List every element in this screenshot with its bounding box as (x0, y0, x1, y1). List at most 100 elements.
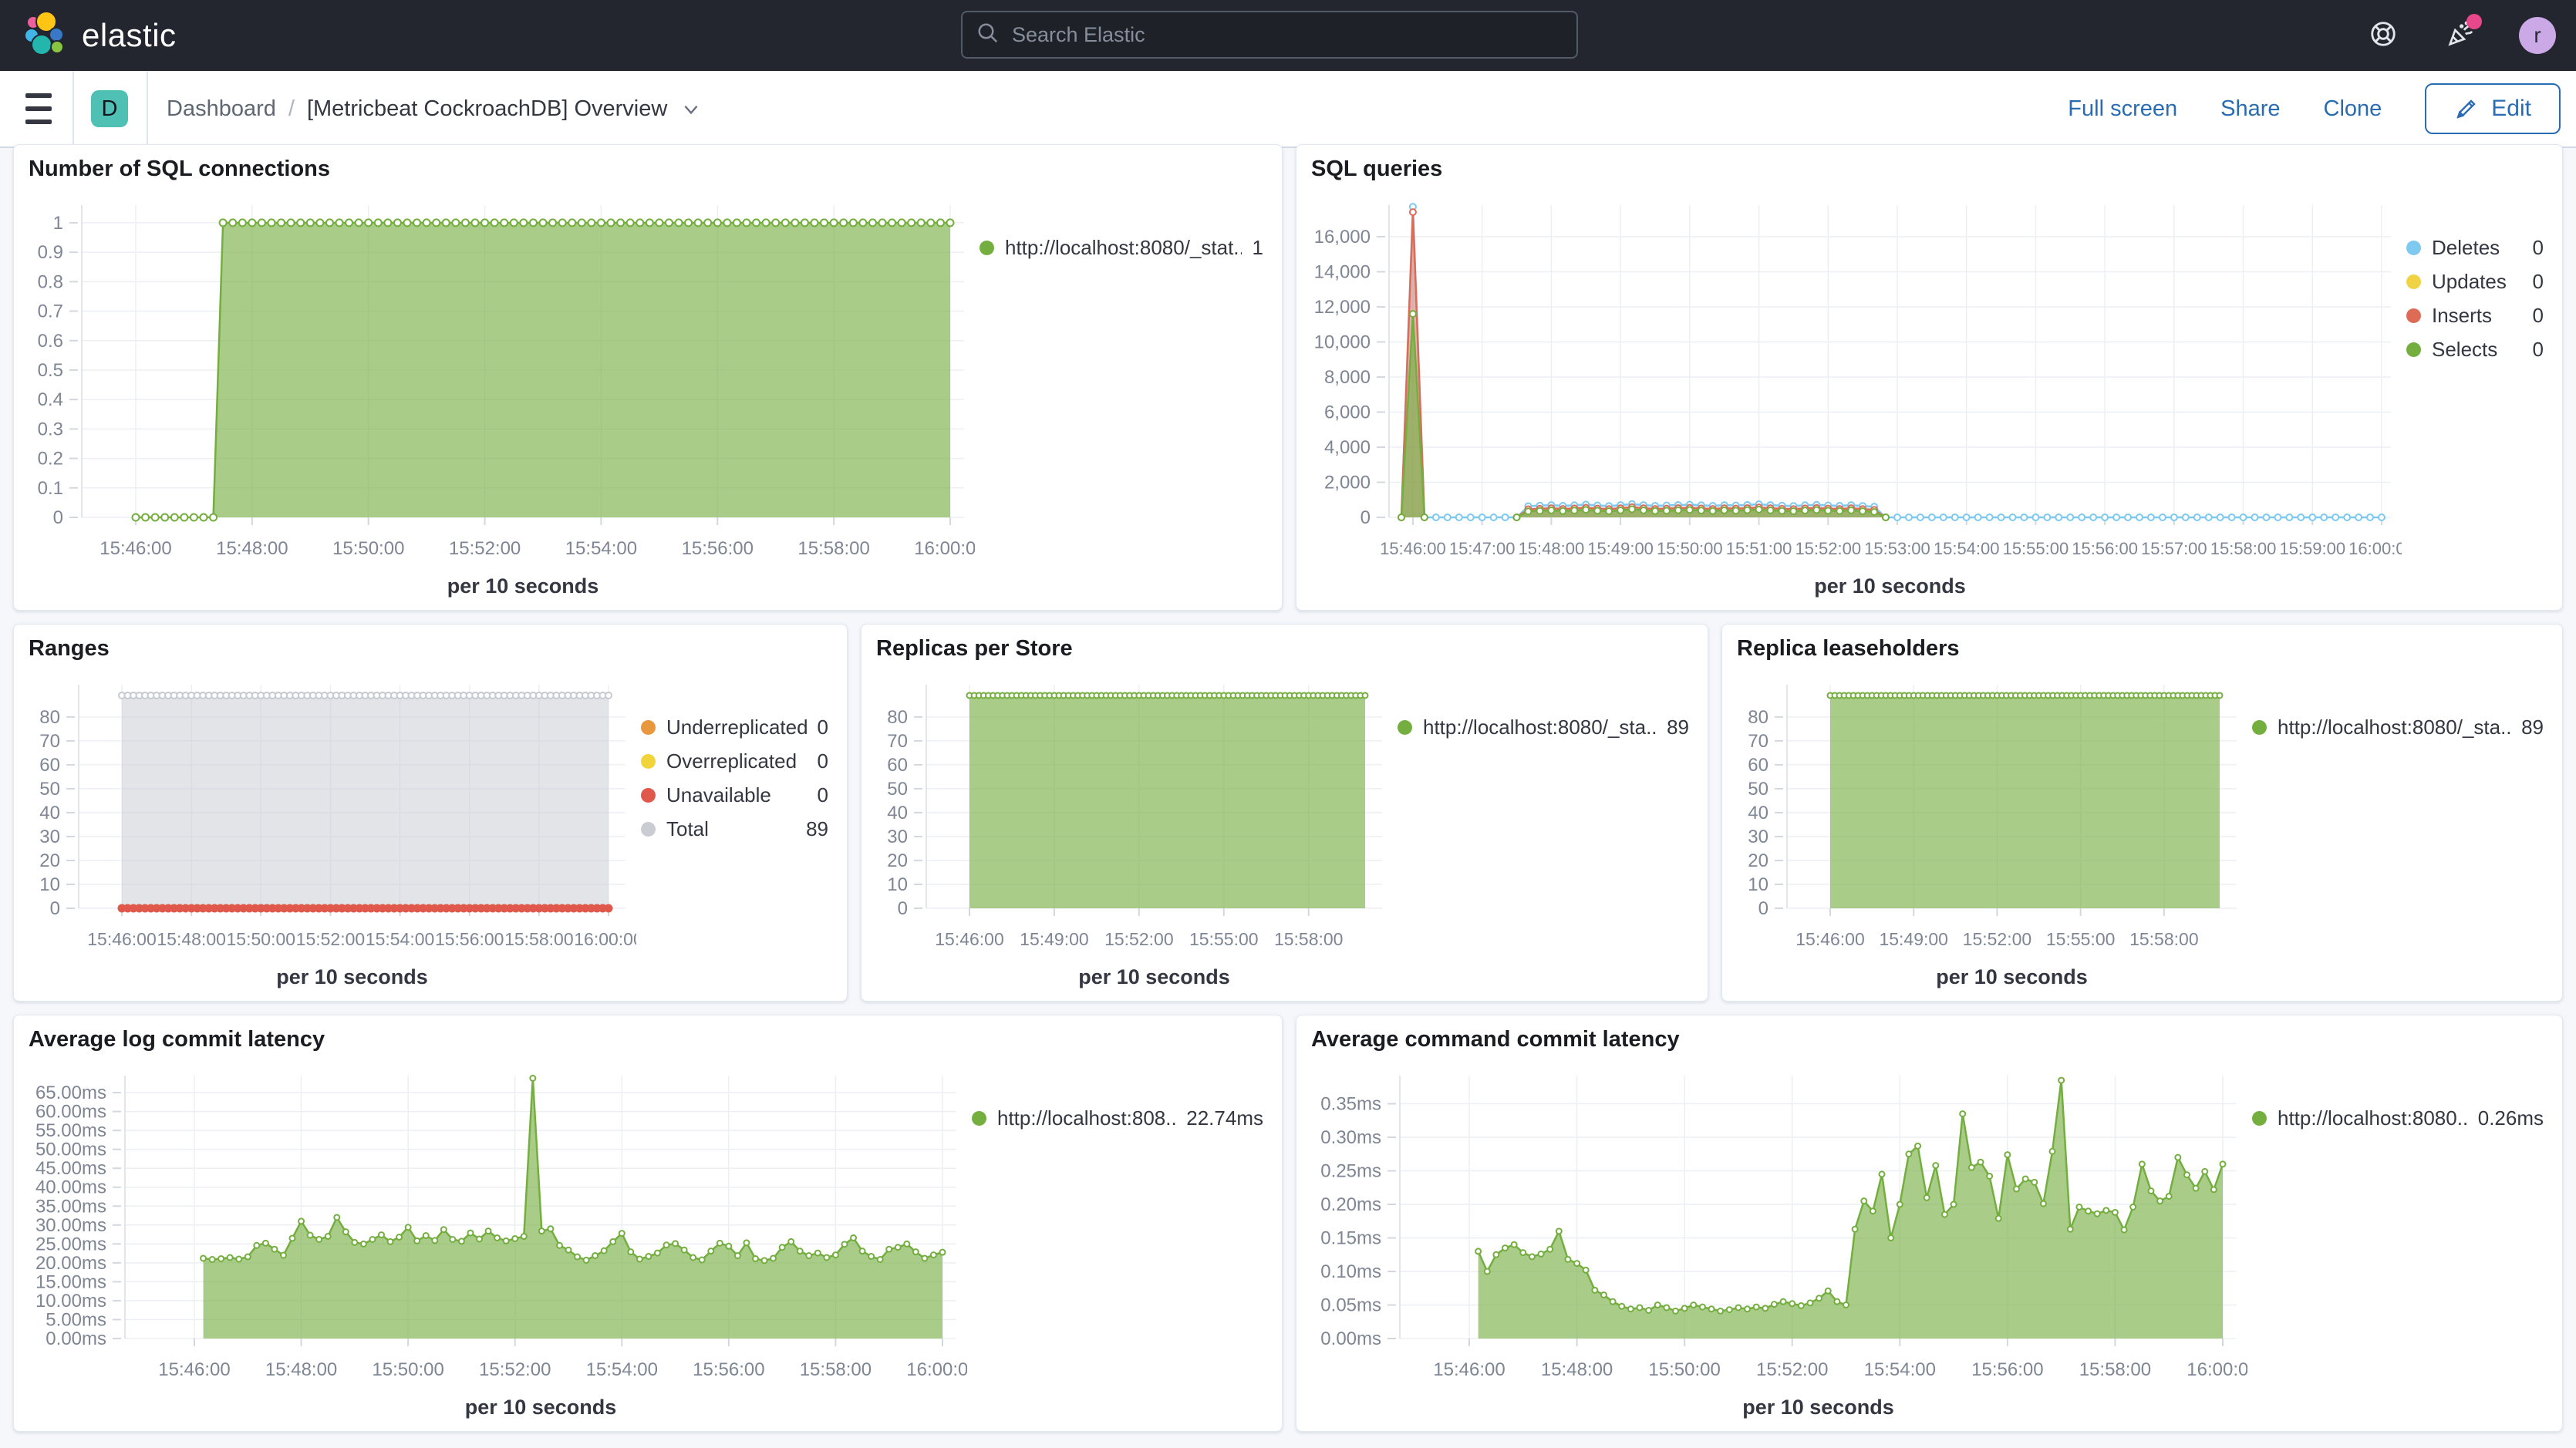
help-button[interactable] (2365, 17, 2402, 54)
legend-item[interactable]: Updates0 (2406, 270, 2548, 293)
logo-wordmark: elastic (82, 17, 177, 54)
elastic-logo[interactable]: elastic (23, 12, 177, 60)
legend-value: 1 (1253, 236, 1268, 259)
svg-text:15:51:00: 15:51:00 (1726, 539, 1792, 558)
newsfeed-button[interactable] (2442, 17, 2479, 54)
chart-legend: http://localhost:8080...0.26ms (2247, 1063, 2556, 1425)
svg-text:15:54:00: 15:54:00 (1934, 539, 2000, 558)
search-icon (976, 22, 1000, 49)
svg-text:15:46:00: 15:46:00 (935, 929, 1004, 949)
svg-text:15:53:00: 15:53:00 (1864, 539, 1930, 558)
svg-text:15:57:00: 15:57:00 (2141, 539, 2207, 558)
legend-item[interactable]: http://localhost:8080/_stat...1 (979, 236, 1268, 259)
page-title[interactable]: [Metricbeat CockroachDB] Overview (307, 96, 667, 122)
legend-item[interactable]: http://localhost:8080...0.26ms (2252, 1106, 2548, 1130)
svg-text:10.00ms: 10.00ms (35, 1291, 106, 1312)
legend-label: Updates (2432, 270, 2507, 293)
svg-text:15:54:00: 15:54:00 (1864, 1359, 1936, 1380)
svg-text:50.00ms: 50.00ms (35, 1140, 106, 1160)
clone-button[interactable]: Clone (2324, 96, 2382, 122)
svg-text:8,000: 8,000 (1324, 367, 1371, 388)
svg-text:per 10 seconds: per 10 seconds (1078, 965, 1230, 988)
svg-text:60: 60 (1748, 755, 1768, 776)
chart-number-of-sql-connections[interactable]: 00.10.20.30.40.50.60.70.80.9115:46:0015:… (20, 193, 975, 604)
chart-sql-queries[interactable]: 02,0004,0006,0008,00010,00012,00014,0001… (1303, 193, 2402, 604)
svg-text:15:47:00: 15:47:00 (1449, 539, 1516, 558)
chart-replica-leaseholders[interactable]: 0102030405060708015:46:0015:49:0015:52:0… (1728, 672, 2247, 995)
svg-text:80: 80 (1748, 707, 1768, 728)
share-button[interactable]: Share (2220, 96, 2280, 122)
svg-text:15:55:00: 15:55:00 (2046, 929, 2116, 949)
menu-button[interactable] (25, 93, 52, 124)
global-search[interactable] (961, 11, 1578, 59)
svg-text:4,000: 4,000 (1324, 437, 1371, 458)
legend-item[interactable]: Underreplicated0 (641, 716, 833, 739)
svg-text:70: 70 (887, 731, 908, 752)
edit-button[interactable]: Edit (2425, 83, 2561, 134)
svg-text:40.00ms: 40.00ms (35, 1177, 106, 1198)
legend-item[interactable]: Selects 0 (2406, 338, 2548, 361)
svg-text:0: 0 (898, 898, 908, 919)
chart-legend: Underreplicated0 Overreplicated0 Unavailab… (636, 672, 841, 995)
legend-label: Selects (2432, 338, 2497, 361)
svg-text:0.15ms: 0.15ms (1320, 1228, 1381, 1249)
legend-value: 22.74ms (1186, 1106, 1268, 1130)
svg-text:40: 40 (39, 803, 60, 823)
legend-item[interactable]: Overreplicated0 (641, 749, 833, 773)
svg-text:15:48:00: 15:48:00 (216, 538, 288, 559)
legend-item[interactable]: Total89 (641, 817, 833, 840)
legend-item[interactable]: http://localhost:808...22.74ms (972, 1106, 1268, 1130)
svg-text:45.00ms: 45.00ms (35, 1158, 106, 1179)
svg-text:16:00:00: 16:00:00 (574, 929, 636, 949)
svg-text:15.00ms: 15.00ms (35, 1271, 106, 1292)
svg-text:0: 0 (1758, 898, 1768, 919)
panel-sql-queries: SQL queries 02,0004,0006,0008,00010,0001… (1296, 144, 2563, 611)
legend-item[interactable]: http://localhost:8080/_sta...89 (1398, 716, 1694, 739)
svg-text:20: 20 (39, 850, 60, 871)
legend-item[interactable]: Unavailable0 (641, 783, 833, 807)
full-screen-button[interactable]: Full screen (2068, 96, 2177, 122)
chart-average-log-commit-latency[interactable]: 0.00ms5.00ms10.00ms15.00ms20.00ms25.00ms… (20, 1063, 967, 1425)
legend-item[interactable]: http://localhost:8080/_sta...89 (2252, 716, 2548, 739)
svg-text:60.00ms: 60.00ms (35, 1102, 106, 1123)
panel-title: Average log commit latency (29, 1027, 325, 1052)
user-avatar[interactable]: r (2519, 17, 2556, 54)
svg-text:15:54:00: 15:54:00 (366, 929, 435, 949)
dashboard-app-badge[interactable]: D (91, 90, 128, 127)
svg-text:0.7: 0.7 (38, 301, 63, 322)
svg-text:15:50:00: 15:50:00 (372, 1359, 443, 1380)
svg-text:15:48:00: 15:48:00 (1519, 539, 1585, 558)
notification-dot (2466, 14, 2482, 29)
panel-replicas-per-store: Replicas per Store 0102030405060708015:4… (861, 624, 1708, 1002)
legend-value: 0 (2533, 236, 2548, 259)
svg-text:0.00ms: 0.00ms (1320, 1328, 1381, 1349)
chart-replicas-per-store[interactable]: 0102030405060708015:46:0015:49:0015:52:0… (868, 672, 1393, 995)
svg-text:60: 60 (887, 755, 908, 776)
legend-item[interactable]: Inserts0 (2406, 304, 2548, 327)
svg-text:15:50:00: 15:50:00 (332, 538, 404, 559)
legend-value: 0 (818, 716, 833, 739)
svg-text:0.10ms: 0.10ms (1320, 1261, 1381, 1282)
search-input[interactable] (1010, 22, 1563, 48)
legend-item[interactable]: Deletes0 (2406, 236, 2548, 259)
life-ring-icon (2369, 19, 2398, 52)
legend-value: 0 (2533, 338, 2548, 361)
chart-average-command-commit-latency[interactable]: 0.00ms0.05ms0.10ms0.15ms0.20ms0.25ms0.30… (1303, 1063, 2247, 1425)
app-header: elastic (0, 0, 2576, 71)
svg-text:30: 30 (39, 827, 60, 847)
breadcrumb: Dashboard / [Metricbeat CockroachDB] Ove… (167, 71, 701, 146)
svg-text:20: 20 (1748, 850, 1768, 871)
divider (72, 71, 74, 146)
svg-text:15:55:00: 15:55:00 (1189, 929, 1259, 949)
svg-text:15:56:00: 15:56:00 (435, 929, 504, 949)
svg-text:0.35ms: 0.35ms (1320, 1094, 1381, 1115)
chart-ranges[interactable]: 0102030405060708015:46:0015:48:0015:50:0… (20, 672, 636, 995)
pencil-icon (2454, 96, 2479, 121)
svg-text:per 10 seconds: per 10 seconds (276, 965, 428, 988)
breadcrumb-dashboard[interactable]: Dashboard (167, 96, 276, 122)
svg-text:16:00:00: 16:00:00 (2348, 539, 2402, 558)
svg-text:0.9: 0.9 (38, 242, 63, 263)
dashboard-toolbar: D Dashboard / [Metricbeat CockroachDB] O… (0, 71, 2576, 148)
chevron-down-icon[interactable] (681, 99, 701, 119)
series-color-dot (979, 241, 994, 255)
